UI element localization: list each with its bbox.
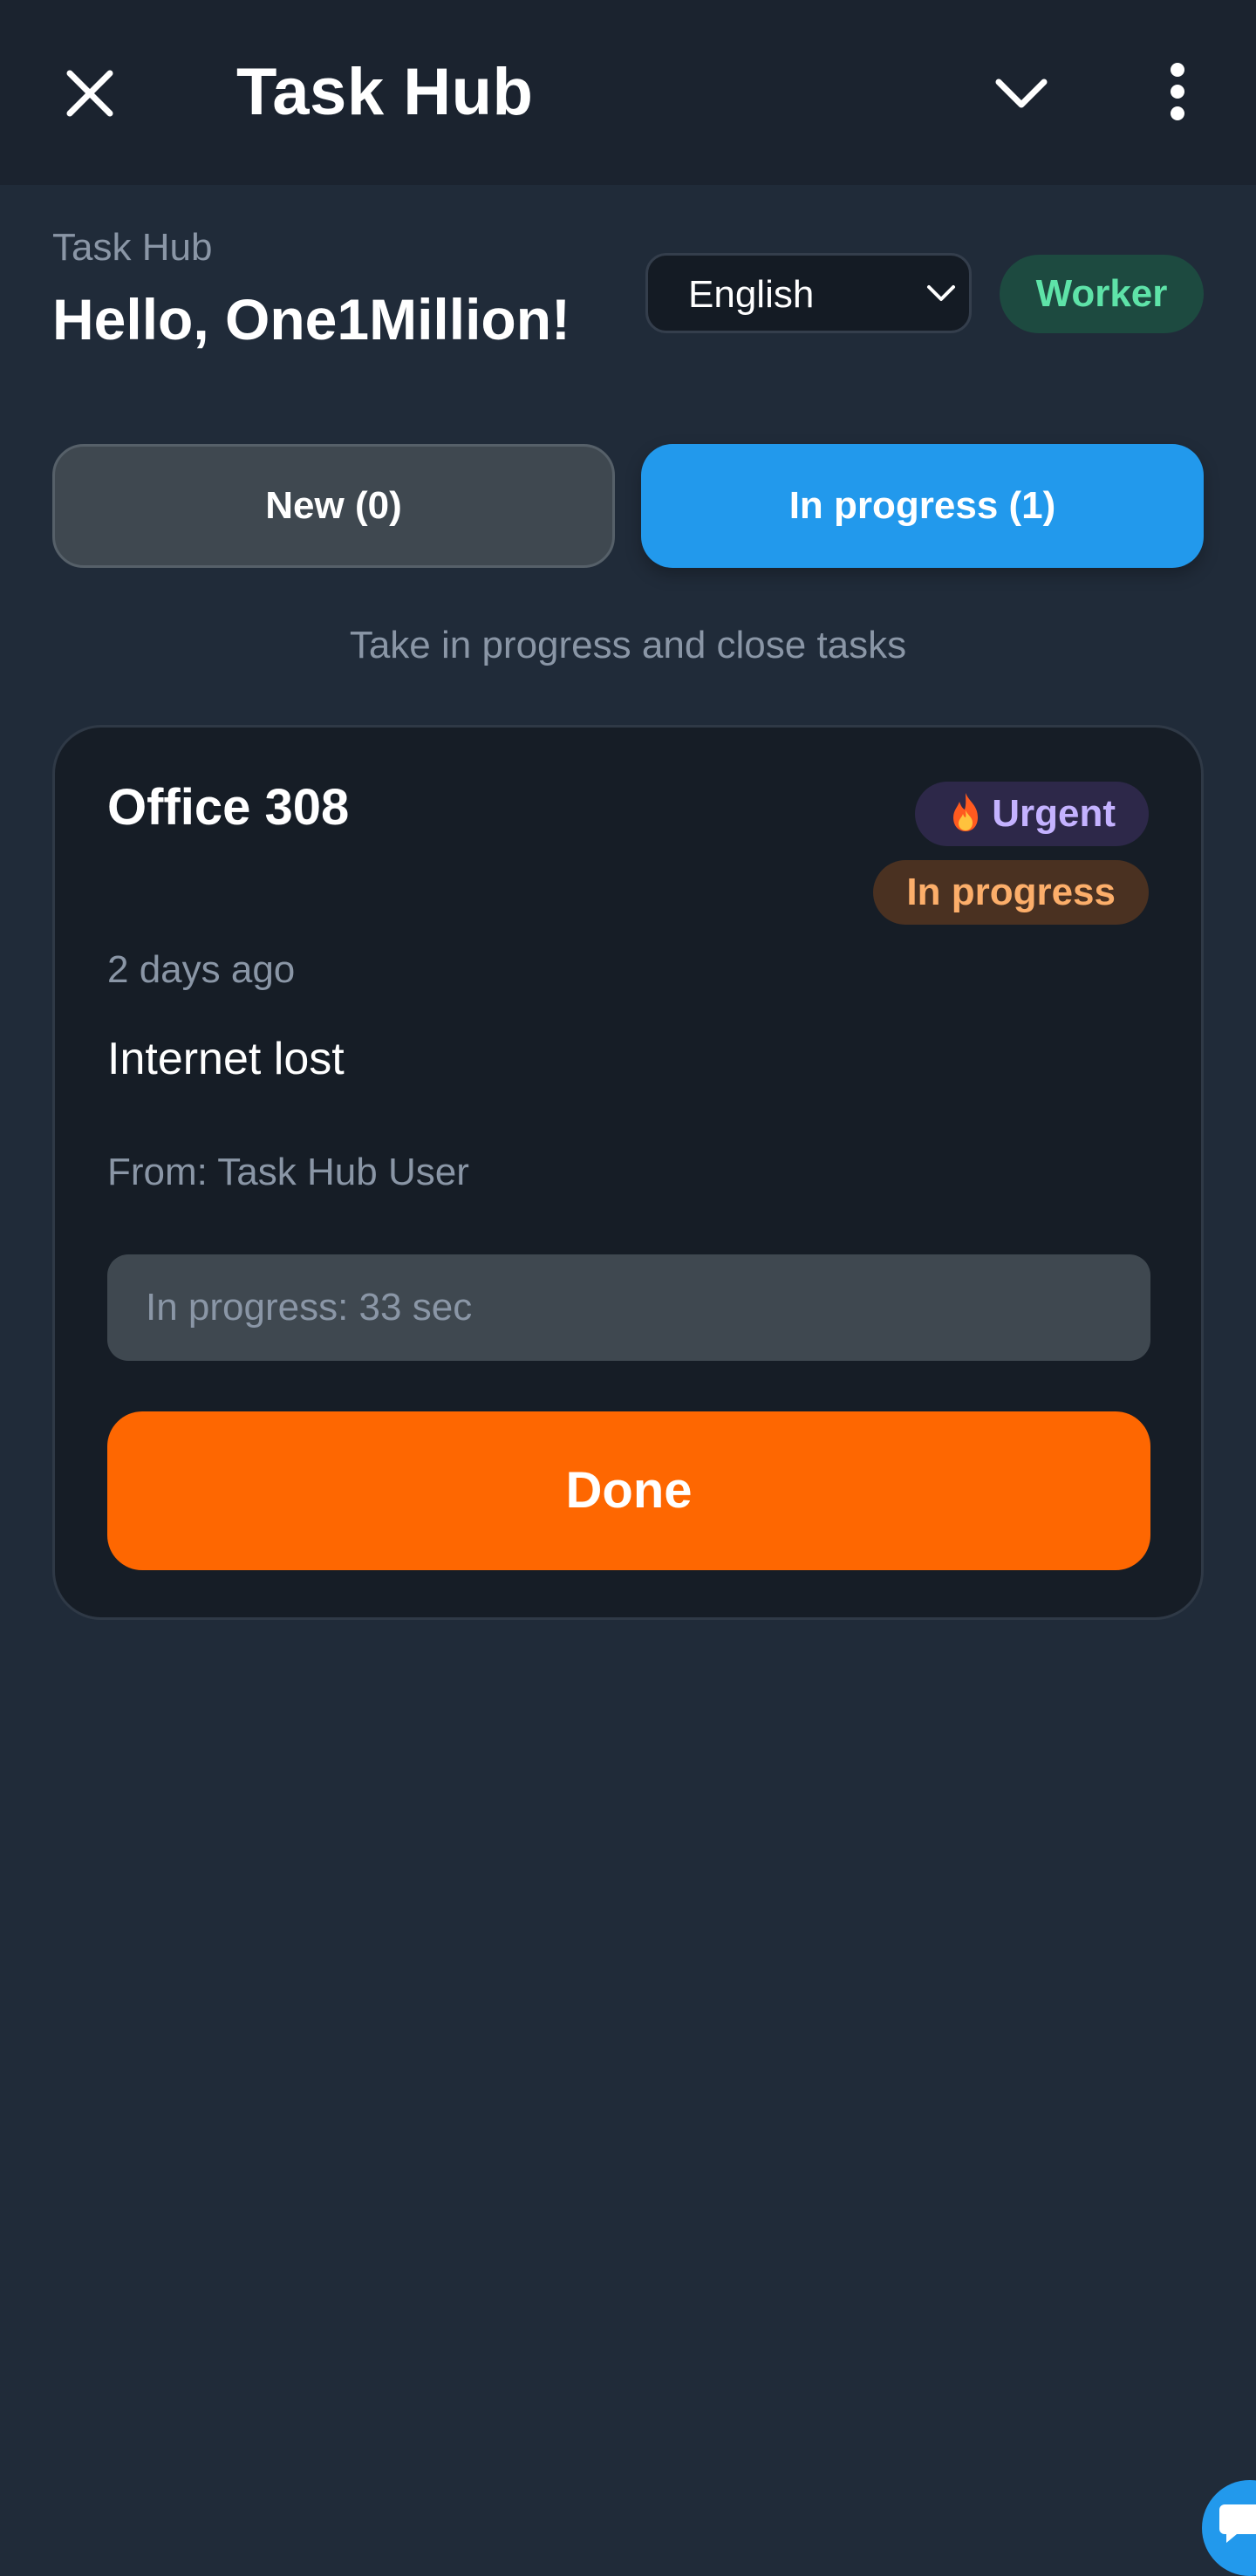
status-badge: In progress (873, 860, 1149, 925)
close-icon[interactable] (59, 63, 120, 124)
chevron-down-icon[interactable] (990, 70, 1053, 119)
language-select[interactable]: English (645, 253, 972, 333)
chat-button[interactable] (1202, 2480, 1256, 2576)
tab-new[interactable]: New (0) (52, 444, 615, 568)
task-sender: From: Task Hub User (107, 1151, 469, 1193)
chat-icon (1219, 2504, 1256, 2543)
fire-icon (953, 793, 979, 831)
greeting-heading: Hello, One1Million! (52, 287, 571, 352)
task-location: Office 308 (107, 779, 350, 836)
app-title: Task Hub (236, 55, 534, 129)
role-badge: Worker (1000, 255, 1204, 333)
task-card: Office 308 Urgent In progress 2 days ago… (52, 725, 1204, 1620)
tab-in-progress[interactable]: In progress (1) (641, 444, 1204, 568)
app-label: Task Hub (52, 226, 213, 269)
task-description: Internet lost (107, 1034, 345, 1084)
priority-badge: Urgent (915, 782, 1149, 846)
more-vertical-icon[interactable] (1151, 61, 1204, 122)
chevron-down-icon (927, 285, 955, 301)
task-time-ago: 2 days ago (107, 948, 296, 991)
language-value: English (688, 273, 815, 316)
done-button[interactable]: Done (107, 1411, 1150, 1570)
app-bar: Task Hub (0, 0, 1256, 185)
priority-label: Urgent (992, 792, 1116, 835)
progress-timer: In progress: 33 sec (107, 1254, 1150, 1361)
tasks-hint: Take in progress and close tasks (349, 624, 907, 666)
